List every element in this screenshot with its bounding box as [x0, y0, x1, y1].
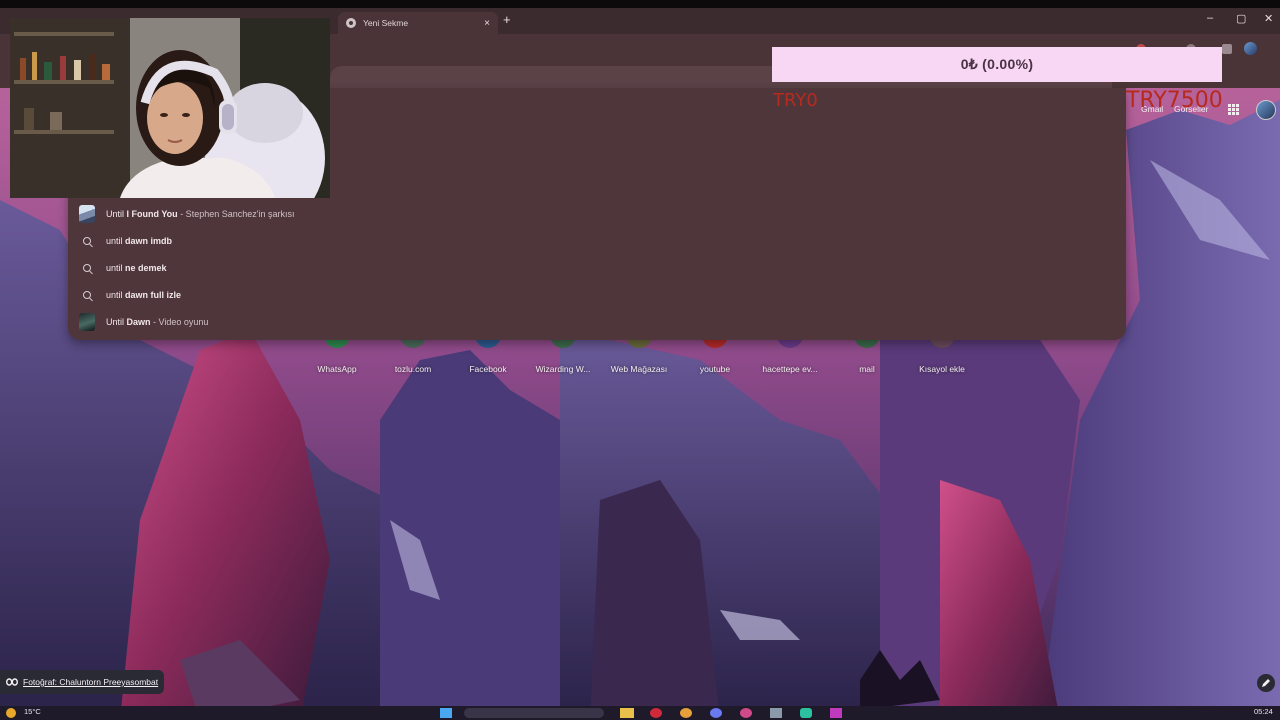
shortcut-label: Facebook — [469, 364, 507, 374]
suggestion-item[interactable]: until dawn full izle — [68, 281, 1126, 308]
song-thumbnail-icon — [79, 204, 95, 223]
taskbar-search-box[interactable] — [464, 708, 604, 718]
shortcut-label: Wizarding W... — [535, 364, 591, 374]
donation-counter: 0₺ (0.00%) — [772, 47, 1222, 82]
media-control-icon[interactable] — [1222, 44, 1232, 54]
suggestion-match: Dawn — [126, 316, 151, 327]
weather-icon[interactable] — [6, 708, 16, 718]
app-icon[interactable] — [830, 708, 842, 718]
suggestion-match: dawn full izle — [125, 289, 182, 300]
goal-label-left: TRY0 — [773, 90, 818, 111]
suggestion-item[interactable]: Until Dawn - Video oyunu — [68, 308, 1126, 335]
search-icon — [79, 233, 95, 249]
suggestion-prefix: until — [106, 235, 126, 246]
taskbar: 15°C 05:24 — [0, 706, 1280, 720]
suggestion-prefix: until — [106, 262, 126, 273]
suggestion-prefix: until — [106, 289, 126, 300]
app-icon[interactable] — [740, 708, 752, 718]
shortcut-label: tozlu.com — [394, 364, 432, 374]
shortcut-label: hacettepe ev... — [762, 364, 818, 374]
top-strip — [0, 0, 1280, 8]
shortcut-label: Kısayol ekle — [919, 364, 965, 374]
account-avatar[interactable] — [1256, 100, 1276, 120]
tab-title: Yeni Sekme — [363, 18, 409, 28]
profile-avatar[interactable] — [1244, 42, 1257, 55]
photo-credit-link[interactable]: Fotoğraf: Chaluntorn Preeyasombat — [0, 670, 165, 694]
search-icon — [79, 260, 95, 276]
search-icon — [79, 287, 95, 303]
shortcut-label: mail — [859, 364, 875, 374]
suggestion-match: I Found You — [126, 208, 178, 219]
goal-label-right: TRY7500 — [1126, 88, 1223, 113]
suggestion-item[interactable]: until ne demek — [68, 254, 1126, 281]
discord-icon[interactable] — [710, 708, 722, 718]
webcam-overlay — [10, 18, 330, 198]
suggestion-match: dawn imdb — [125, 235, 173, 246]
chrome-icon — [346, 18, 356, 28]
windows-start-icon[interactable] — [440, 708, 452, 718]
shortcut-label: youtube — [699, 364, 731, 374]
suggestion-description: - Stephen Sanchez'in şarkısı — [177, 208, 295, 219]
suggestion-prefix: Until — [106, 208, 127, 219]
google-apps-icon[interactable] — [1228, 104, 1239, 115]
suggestion-match: ne demek — [125, 262, 167, 273]
shortcut-label: WhatsApp — [317, 364, 357, 374]
tab-close-icon[interactable]: × — [484, 18, 490, 29]
shortcut-label: Web Mağazası — [610, 364, 668, 374]
suggestion-item[interactable]: Until I Found You - Stephen Sanchez'in ş… — [68, 200, 1126, 227]
tab-new-tab[interactable]: Yeni Sekme × — [338, 12, 498, 34]
suggestion-prefix: Until — [106, 316, 127, 327]
game-thumbnail-icon — [79, 312, 95, 331]
pencil-icon — [1262, 679, 1270, 687]
opera-icon[interactable] — [650, 708, 662, 718]
close-window-button[interactable]: ✕ — [1264, 12, 1273, 25]
suggestion-description: - Video oyunu — [150, 316, 209, 327]
maximize-button[interactable]: ▢ — [1236, 12, 1246, 25]
link-icon — [6, 678, 18, 686]
photo-credit-text: Fotoğraf: Chaluntorn Preeyasombat — [23, 677, 159, 687]
app-icon[interactable] — [800, 708, 812, 718]
weather-temp[interactable]: 15°C — [24, 707, 41, 716]
file-explorer-icon[interactable] — [620, 708, 634, 718]
minimize-button[interactable]: – — [1207, 12, 1213, 24]
app-icon[interactable] — [770, 708, 782, 718]
suggestion-item[interactable]: until dawn imdb — [68, 227, 1126, 254]
new-tab-button[interactable]: + — [503, 12, 511, 27]
customize-button[interactable] — [1257, 674, 1275, 692]
chrome-taskbar-icon[interactable] — [680, 708, 692, 718]
clock[interactable]: 05:24 — [1254, 707, 1273, 716]
